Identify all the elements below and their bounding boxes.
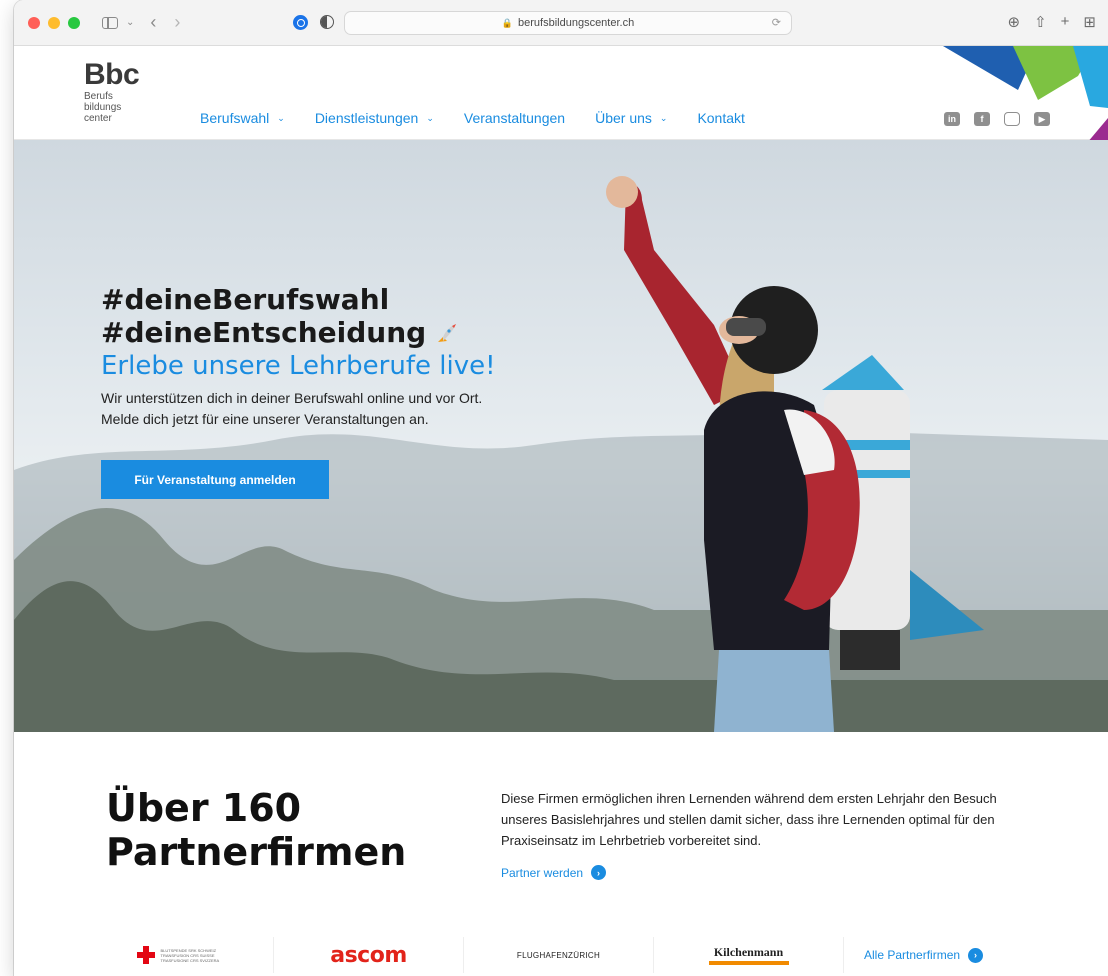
- forward-button[interactable]: ›: [174, 12, 180, 33]
- hero-description: Wir unterstützen dich in deiner Berufswa…: [101, 390, 483, 427]
- kilchenmann-logo-bar: [708, 961, 789, 965]
- nav-item-dienstleistungen[interactable]: Dienstleistungen ⌄: [315, 110, 434, 126]
- arrow-right-icon: ›: [591, 865, 607, 880]
- browser-window: ⌄ ‹ › 🔒 berufsbildungscenter.ch ⟳ ⊕ ⇧ + …: [14, 0, 1108, 976]
- become-partner-label: Partner werden: [501, 865, 584, 880]
- password-extension-icon[interactable]: [293, 15, 308, 30]
- partners-heading-line2: Partnerfirmen: [106, 830, 407, 874]
- nav-item-kontakt[interactable]: Kontakt: [697, 110, 744, 126]
- partner-logos-row: BLUTSPENDE SRK SCHWEIZ TRANSFUSION CRS S…: [84, 935, 1084, 975]
- nav-item-label: Berufswahl: [200, 110, 270, 126]
- red-cross-icon: [136, 946, 155, 964]
- partners-heading-line1: Über 160: [106, 786, 302, 830]
- toolbar-right-actions: ⊕ ⇧ + ⊞: [1008, 13, 1097, 31]
- reload-icon[interactable]: ⟳: [772, 16, 781, 29]
- kilchenmann-logo: Kilchenmann: [708, 945, 789, 965]
- become-partner-link[interactable]: Partner werden ›: [501, 865, 607, 880]
- download-icon[interactable]: ⊕: [1008, 13, 1021, 31]
- nav-item-label: Veranstaltungen: [463, 110, 566, 126]
- hero-section: #deineBerufswahl #deineEntscheidung Erle…: [14, 140, 1108, 732]
- nav-item-label: Dienstleistungen: [314, 110, 419, 126]
- all-partners-label: Alle Partnerfirmen: [864, 948, 961, 962]
- linkedin-icon[interactable]: in: [944, 112, 960, 126]
- nav-item-ueber-uns[interactable]: Über uns ⌄: [595, 110, 667, 126]
- hero-heading-line2: #deineEntscheidung: [101, 316, 561, 350]
- back-button[interactable]: ‹: [150, 12, 156, 33]
- hero-heading-line1: #deineBerufswahl: [101, 283, 390, 316]
- instagram-icon[interactable]: [1004, 112, 1020, 126]
- kilchenmann-logo-text: Kilchenmann: [713, 945, 784, 959]
- share-icon[interactable]: ⇧: [1034, 13, 1047, 31]
- hero-background-image: [14, 176, 1108, 732]
- facebook-icon[interactable]: f: [974, 112, 990, 126]
- chevron-down-icon: ⌄: [426, 112, 434, 123]
- nav-item-label: Über uns: [595, 110, 652, 126]
- register-event-button[interactable]: Für Veranstaltung anmelden: [101, 460, 329, 499]
- close-window-button[interactable]: [28, 16, 40, 29]
- flughafen-logo-text: FLUGHAFENZÜRICH: [516, 950, 601, 960]
- sidebar-toggle-icon[interactable]: [102, 16, 118, 29]
- address-bar[interactable]: 🔒 berufsbildungscenter.ch ⟳: [344, 11, 792, 35]
- minimize-window-button[interactable]: [48, 16, 60, 29]
- partner-logo-kilchenmann[interactable]: Kilchenmann: [654, 937, 844, 973]
- arrow-right-icon: ›: [968, 947, 984, 963]
- chevron-down-icon[interactable]: ⌄: [126, 17, 134, 28]
- browser-toolbar: ⌄ ‹ › 🔒 berufsbildungscenter.ch ⟳ ⊕ ⇧ + …: [14, 0, 1108, 46]
- zoom-window-button[interactable]: [68, 16, 80, 29]
- youtube-icon[interactable]: ▶: [1034, 112, 1050, 126]
- rocket-icon: [438, 324, 457, 342]
- address-bar-url: berufsbildungscenter.ch: [518, 17, 635, 29]
- site-header: Bbc Berufs bildungs center Berufswahl ⌄ …: [14, 46, 1108, 140]
- hero-heading-line2-text: #deineEntscheidung: [101, 316, 427, 349]
- social-links: in f ▶: [944, 112, 1050, 126]
- nav-item-veranstaltungen[interactable]: Veranstaltungen: [464, 110, 565, 126]
- site-logo[interactable]: Bbc Berufs bildungs center: [84, 58, 140, 124]
- nav-item-berufswahl[interactable]: Berufswahl ⌄: [200, 110, 285, 126]
- partners-section: Über 160 Partnerfirmen Diese Firmen ermö…: [14, 732, 1108, 976]
- logo-subtitle-1: Berufs: [84, 91, 113, 102]
- partner-logo-ascom[interactable]: ascom: [274, 937, 464, 973]
- chevron-down-icon: ⌄: [277, 112, 285, 123]
- logo-subtitle-2: bildungs: [84, 102, 122, 113]
- main-navigation: Berufswahl ⌄ Dienstleistungen ⌄ Veransta…: [200, 110, 775, 126]
- privacy-shield-icon[interactable]: [320, 15, 334, 29]
- partners-description: Diese Firmen ermöglichen ihren Lernenden…: [501, 791, 997, 848]
- nav-item-label: Kontakt: [697, 110, 745, 126]
- redcross-logo: BLUTSPENDE SRK SCHWEIZ TRANSFUSION CRS S…: [136, 946, 221, 964]
- hero-subheading: Erlebe unsere Lehrberufe live!: [101, 351, 496, 381]
- all-partners-link[interactable]: Alle Partnerfirmen ›: [864, 947, 984, 963]
- ascom-logo-text: ascom: [330, 942, 407, 968]
- redcross-logo-text: BLUTSPENDE SRK SCHWEIZ TRANSFUSION CRS S…: [160, 947, 220, 963]
- lock-icon: 🔒: [501, 17, 514, 28]
- chevron-down-icon: ⌄: [659, 112, 668, 123]
- partner-logo-flughafen[interactable]: FLUGHAFENZÜRICH: [464, 937, 654, 973]
- partner-logo-redcross[interactable]: BLUTSPENDE SRK SCHWEIZ TRANSFUSION CRS S…: [84, 937, 274, 973]
- logo-wordmark: Bbc: [84, 58, 140, 91]
- logo-subtitle-3: center: [84, 113, 112, 124]
- new-tab-icon[interactable]: +: [1061, 13, 1070, 31]
- partners-heading: Über 160 Partnerfirmen: [106, 786, 466, 874]
- window-controls: [28, 16, 80, 29]
- tab-overview-icon[interactable]: ⊞: [1083, 13, 1096, 31]
- hero-text-block: #deineBerufswahl #deineEntscheidung Erle…: [101, 284, 561, 430]
